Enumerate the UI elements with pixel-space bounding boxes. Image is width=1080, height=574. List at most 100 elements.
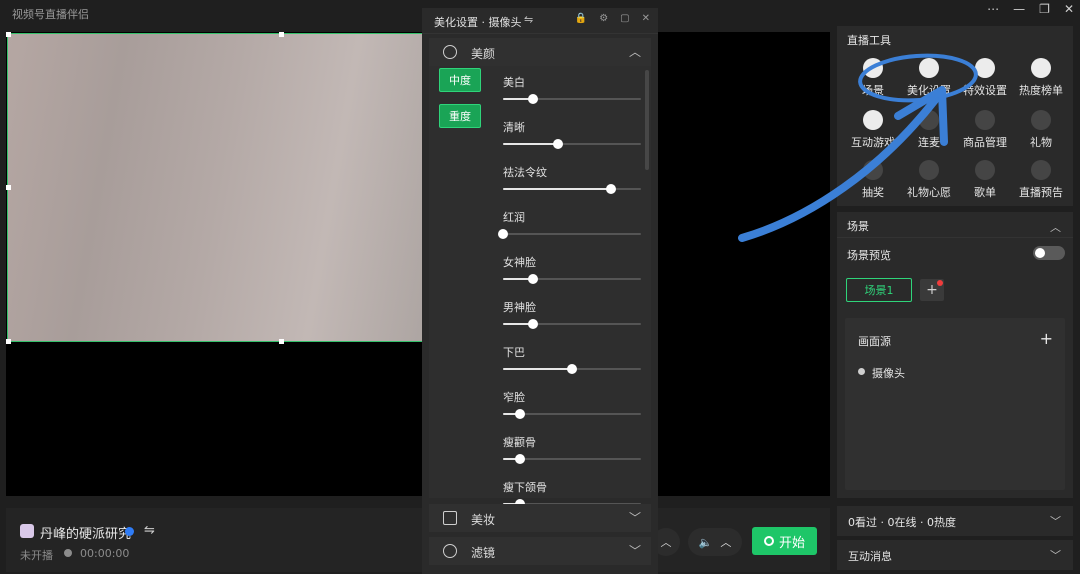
tool-ranking[interactable]: 热度榜单 [1013, 58, 1069, 98]
section-makeup[interactable]: 美妆 ﹀ [429, 504, 651, 532]
slider-1[interactable]: 清晰 [503, 119, 641, 149]
slider-knob[interactable] [605, 184, 616, 194]
tool-label: 连麦 [918, 136, 940, 149]
tool-shopping-bag[interactable]: 商品管理 [957, 110, 1013, 150]
resize-handle[interactable] [6, 185, 11, 190]
tool-scene[interactable]: 场景 [845, 58, 901, 98]
start-label: 开始 [778, 535, 805, 551]
level-heavy-button[interactable]: 重度 [439, 104, 481, 128]
restore-icon[interactable]: ❐ [1039, 2, 1050, 16]
lock-icon[interactable]: 🔒 [575, 13, 587, 24]
tool-game[interactable]: 互动游戏 [845, 110, 901, 150]
slider-track[interactable] [503, 94, 641, 104]
slider-knob[interactable] [553, 139, 564, 149]
restore-icon[interactable]: ▢ [620, 13, 629, 24]
slider-3[interactable]: 红润 [498, 209, 641, 239]
slider-label: 瘦下颌骨 [503, 481, 547, 494]
panel-header[interactable]: 美化设置 · 摄像头 ⇋ 🔒 ⚙ ▢ ✕ [422, 8, 658, 34]
slider-7[interactable]: 窄脸 [503, 389, 641, 419]
slider-label: 窄脸 [503, 391, 525, 404]
slider-8[interactable]: 瘦颧骨 [503, 434, 641, 464]
slider-knob[interactable] [528, 274, 539, 284]
stats-row[interactable]: 0看过 · 0在线 · 0热度 ﹀ [837, 506, 1073, 536]
tool-beauty-settings[interactable]: 美化设置 [901, 58, 957, 98]
slider-track[interactable] [503, 454, 641, 464]
slider-knob[interactable] [528, 319, 539, 329]
account-name: 丹峰的硬派研究 [40, 527, 132, 542]
resize-handle[interactable] [279, 339, 284, 344]
camera-source-frame[interactable] [7, 33, 425, 342]
resize-handle[interactable] [6, 32, 11, 37]
tool-phone[interactable]: 连麦 [901, 110, 957, 150]
slider-6[interactable]: 下巴 [503, 344, 641, 374]
slider-9[interactable]: 瘦下颌骨 [503, 479, 641, 509]
section-filter[interactable]: 滤镜 ﹀ [429, 537, 651, 565]
switch-account-icon[interactable]: ⇋ [144, 523, 155, 538]
slider-4[interactable]: 女神脸 [503, 254, 641, 284]
tool-label: 互动游戏 [851, 136, 895, 149]
volume-button[interactable]: 🔈 ︿ [688, 528, 742, 556]
slider-track[interactable] [498, 229, 641, 239]
slider-track[interactable] [503, 319, 641, 329]
tool-label: 礼物心愿 [907, 186, 951, 199]
minimize-icon[interactable]: — [1013, 2, 1025, 16]
slider-label: 瘦颧骨 [503, 436, 536, 449]
slider-5[interactable]: 男神脸 [503, 299, 641, 329]
tool-label: 特效设置 [963, 84, 1007, 97]
slider-knob[interactable] [498, 229, 508, 239]
tool-preview[interactable]: 直播预告 [1013, 160, 1069, 200]
scene-preview-toggle[interactable] [1033, 246, 1065, 260]
swap-source-icon[interactable]: ⇋ [524, 13, 533, 26]
tool-label: 直播预告 [1019, 186, 1063, 199]
scrollbar[interactable] [645, 70, 649, 170]
source-item-camera[interactable]: 摄像头 [872, 365, 905, 381]
slider-2[interactable]: 祛法令纹 [503, 164, 641, 194]
messages-row[interactable]: 互动消息 ﹀ [837, 540, 1073, 570]
beauty-body: 中度 重度 美白清晰祛法令纹红润女神脸男神脸下巴窄脸瘦颧骨瘦下颌骨 [429, 66, 651, 509]
more-icon[interactable]: ⋯ [987, 2, 999, 16]
chevron-down-icon: ﹀ [628, 511, 641, 525]
slider-knob[interactable] [514, 409, 525, 419]
live-timer: 00:00:00 [80, 547, 130, 560]
section-beauty[interactable]: 美颜 ︿ [429, 38, 651, 66]
chevron-up-icon: ︿ [1050, 221, 1061, 234]
music-icon [975, 160, 995, 180]
tool-gift[interactable]: 礼物 [1013, 110, 1069, 150]
scene-chip[interactable]: 场景1 [846, 278, 912, 302]
slider-track[interactable] [503, 184, 641, 194]
tool-wish[interactable]: 礼物心愿 [901, 160, 957, 200]
app-title: 视频号直播伴侣 [12, 8, 89, 21]
slider-label: 美白 [503, 76, 525, 89]
slider-track[interactable] [503, 364, 641, 374]
slider-track[interactable] [503, 274, 641, 284]
chevron-up-icon: ︿ [720, 536, 732, 549]
tool-lottery[interactable]: 抽奖 [845, 160, 901, 200]
start-live-button[interactable]: 开始 [752, 527, 817, 555]
location-pin-icon [858, 368, 865, 375]
slider-0[interactable]: 美白 [503, 74, 641, 104]
scene-preview-label: 场景预览 [847, 249, 891, 262]
slider-track[interactable] [503, 409, 641, 419]
sources-title: 画面源 [858, 335, 891, 348]
level-medium-button[interactable]: 中度 [439, 68, 481, 92]
preview-canvas[interactable] [6, 32, 830, 496]
close-icon[interactable]: ✕ [642, 13, 650, 24]
tool-effects[interactable]: 特效设置 [957, 58, 1013, 98]
slider-knob[interactable] [567, 364, 577, 374]
scene-header[interactable]: 场景 ︿ [837, 212, 1073, 238]
shopping-bag-icon [975, 110, 995, 130]
scene-icon [863, 58, 883, 78]
slider-knob[interactable] [528, 94, 539, 104]
resize-handle[interactable] [279, 32, 284, 37]
close-icon[interactable]: ✕ [1064, 2, 1074, 16]
slider-label: 清晰 [503, 121, 525, 134]
preview-icon [1031, 160, 1051, 180]
slider-knob[interactable] [514, 454, 525, 464]
slider-label: 女神脸 [503, 256, 536, 269]
slider-track[interactable] [503, 139, 641, 149]
add-source-icon[interactable]: + [1040, 329, 1053, 348]
tool-music[interactable]: 歌单 [957, 160, 1013, 200]
resize-handle[interactable] [6, 339, 11, 344]
gear-icon[interactable]: ⚙ [599, 13, 608, 24]
slider-label: 下巴 [503, 346, 525, 359]
